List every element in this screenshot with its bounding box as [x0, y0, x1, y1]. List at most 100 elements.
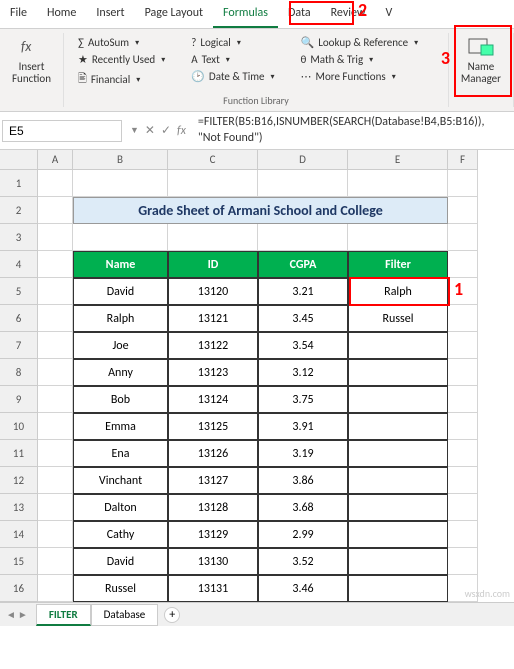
- cell-C10[interactable]: 13125: [168, 413, 258, 440]
- row-header-15[interactable]: 15: [0, 548, 38, 575]
- date-time-button[interactable]: 🕑Date & Time▾: [187, 69, 278, 84]
- cell-A8[interactable]: [38, 359, 73, 386]
- cell-F8[interactable]: [448, 359, 478, 386]
- select-all-corner[interactable]: [0, 150, 38, 170]
- cell-C11[interactable]: 13126: [168, 440, 258, 467]
- cell-A13[interactable]: [38, 494, 73, 521]
- cell-A5[interactable]: [38, 278, 73, 305]
- cell-E6[interactable]: Russel: [348, 305, 448, 332]
- cell-F12[interactable]: [448, 467, 478, 494]
- cell-E10[interactable]: [348, 413, 448, 440]
- cell-E8[interactable]: [348, 359, 448, 386]
- name-box[interactable]: [2, 120, 122, 142]
- cell-A16[interactable]: [38, 575, 73, 602]
- cell-B14[interactable]: Cathy: [73, 521, 168, 548]
- cell-A12[interactable]: [38, 467, 73, 494]
- cells-area[interactable]: NameIDCGPAFilterDavid131203.21RalphRalph…: [38, 170, 478, 602]
- row-header-16[interactable]: 16: [0, 575, 38, 602]
- cell-A3[interactable]: [38, 224, 73, 251]
- ribbon-tab-page-layout[interactable]: Page Layout: [135, 0, 213, 28]
- col-header-A[interactable]: A: [38, 150, 73, 170]
- cell-D5[interactable]: 3.21: [258, 278, 348, 305]
- cell-A4[interactable]: [38, 251, 73, 278]
- cell-D8[interactable]: 3.12: [258, 359, 348, 386]
- cell-C14[interactable]: 13129: [168, 521, 258, 548]
- ribbon-tab-home[interactable]: Home: [37, 0, 86, 28]
- cell-B1[interactable]: [73, 170, 168, 197]
- col-header-E[interactable]: E: [348, 150, 448, 170]
- cell-D6[interactable]: 3.45: [258, 305, 348, 332]
- cell-C13[interactable]: 13128: [168, 494, 258, 521]
- cell-D10[interactable]: 3.91: [258, 413, 348, 440]
- cell-D3[interactable]: [258, 224, 348, 251]
- row-header-8[interactable]: 8: [0, 359, 38, 386]
- cell-D12[interactable]: 3.86: [258, 467, 348, 494]
- cell-F9[interactable]: [448, 386, 478, 413]
- cell-F3[interactable]: [448, 224, 478, 251]
- ribbon-tab-v[interactable]: V: [376, 0, 403, 28]
- cell-F10[interactable]: [448, 413, 478, 440]
- cell-E9[interactable]: [348, 386, 448, 413]
- cell-C9[interactable]: 13124: [168, 386, 258, 413]
- cell-E16[interactable]: [348, 575, 448, 602]
- logical-button[interactable]: ?Logical▾: [187, 35, 278, 50]
- formula-input[interactable]: =FILTER(B5:B16,ISNUMBER(SEARCH(Database!…: [192, 112, 514, 149]
- cell-B3[interactable]: [73, 224, 168, 251]
- cell-D1[interactable]: [258, 170, 348, 197]
- cell-F1[interactable]: [448, 170, 478, 197]
- row-header-9[interactable]: 9: [0, 386, 38, 413]
- cell-F5[interactable]: [448, 278, 478, 305]
- cell-C5[interactable]: 13120: [168, 278, 258, 305]
- cell-A9[interactable]: [38, 386, 73, 413]
- ribbon-tab-review[interactable]: Review: [321, 0, 376, 28]
- cell-D7[interactable]: 3.54: [258, 332, 348, 359]
- cell-D14[interactable]: 2.99: [258, 521, 348, 548]
- cell-E1[interactable]: [348, 170, 448, 197]
- cell-F4[interactable]: [448, 251, 478, 278]
- cell-B16[interactable]: Russel: [73, 575, 168, 602]
- col-header-F[interactable]: F: [448, 150, 478, 170]
- dropdown-icon[interactable]: ▼: [130, 125, 139, 136]
- cell-A6[interactable]: [38, 305, 73, 332]
- enter-icon[interactable]: ✓: [161, 123, 171, 138]
- ribbon-tab-insert[interactable]: Insert: [86, 0, 134, 28]
- cell-F2[interactable]: [448, 197, 478, 224]
- financial-button[interactable]: 🖹Financial▾: [74, 69, 169, 90]
- cell-A2[interactable]: [38, 197, 73, 224]
- cell-C16[interactable]: 13131: [168, 575, 258, 602]
- cell-C3[interactable]: [168, 224, 258, 251]
- add-sheet-button[interactable]: +: [164, 607, 180, 623]
- fx-icon[interactable]: fx: [177, 124, 186, 138]
- row-header-13[interactable]: 13: [0, 494, 38, 521]
- cell-D16[interactable]: 3.46: [258, 575, 348, 602]
- cell-B10[interactable]: Emma: [73, 413, 168, 440]
- cell-B4[interactable]: Name: [73, 251, 168, 278]
- cell-F7[interactable]: [448, 332, 478, 359]
- lookup-reference-button[interactable]: 🔍Lookup & Reference▾: [297, 35, 423, 50]
- cell-A7[interactable]: [38, 332, 73, 359]
- cell-C1[interactable]: [168, 170, 258, 197]
- row-header-1[interactable]: 1: [0, 170, 38, 197]
- row-header-10[interactable]: 10: [0, 413, 38, 440]
- col-header-D[interactable]: D: [258, 150, 348, 170]
- cell-C6[interactable]: 13121: [168, 305, 258, 332]
- cell-E13[interactable]: [348, 494, 448, 521]
- cell-B12[interactable]: Vinchant: [73, 467, 168, 494]
- ribbon-tab-file[interactable]: File: [0, 0, 37, 28]
- cell-B5[interactable]: David: [73, 278, 168, 305]
- row-header-11[interactable]: 11: [0, 440, 38, 467]
- cell-C4[interactable]: ID: [168, 251, 258, 278]
- cell-F16[interactable]: [448, 575, 478, 602]
- cell-D15[interactable]: 3.52: [258, 548, 348, 575]
- cell-E11[interactable]: [348, 440, 448, 467]
- row-header-14[interactable]: 14: [0, 521, 38, 548]
- row-header-12[interactable]: 12: [0, 467, 38, 494]
- cell-F6[interactable]: [448, 305, 478, 332]
- text-button[interactable]: AText▾: [187, 52, 278, 67]
- insert-function-button[interactable]: fx Insert Function: [6, 33, 57, 87]
- cell-C15[interactable]: 13130: [168, 548, 258, 575]
- cell-E7[interactable]: [348, 332, 448, 359]
- cell-B8[interactable]: Anny: [73, 359, 168, 386]
- cell-C7[interactable]: 13122: [168, 332, 258, 359]
- cell-D4[interactable]: CGPA: [258, 251, 348, 278]
